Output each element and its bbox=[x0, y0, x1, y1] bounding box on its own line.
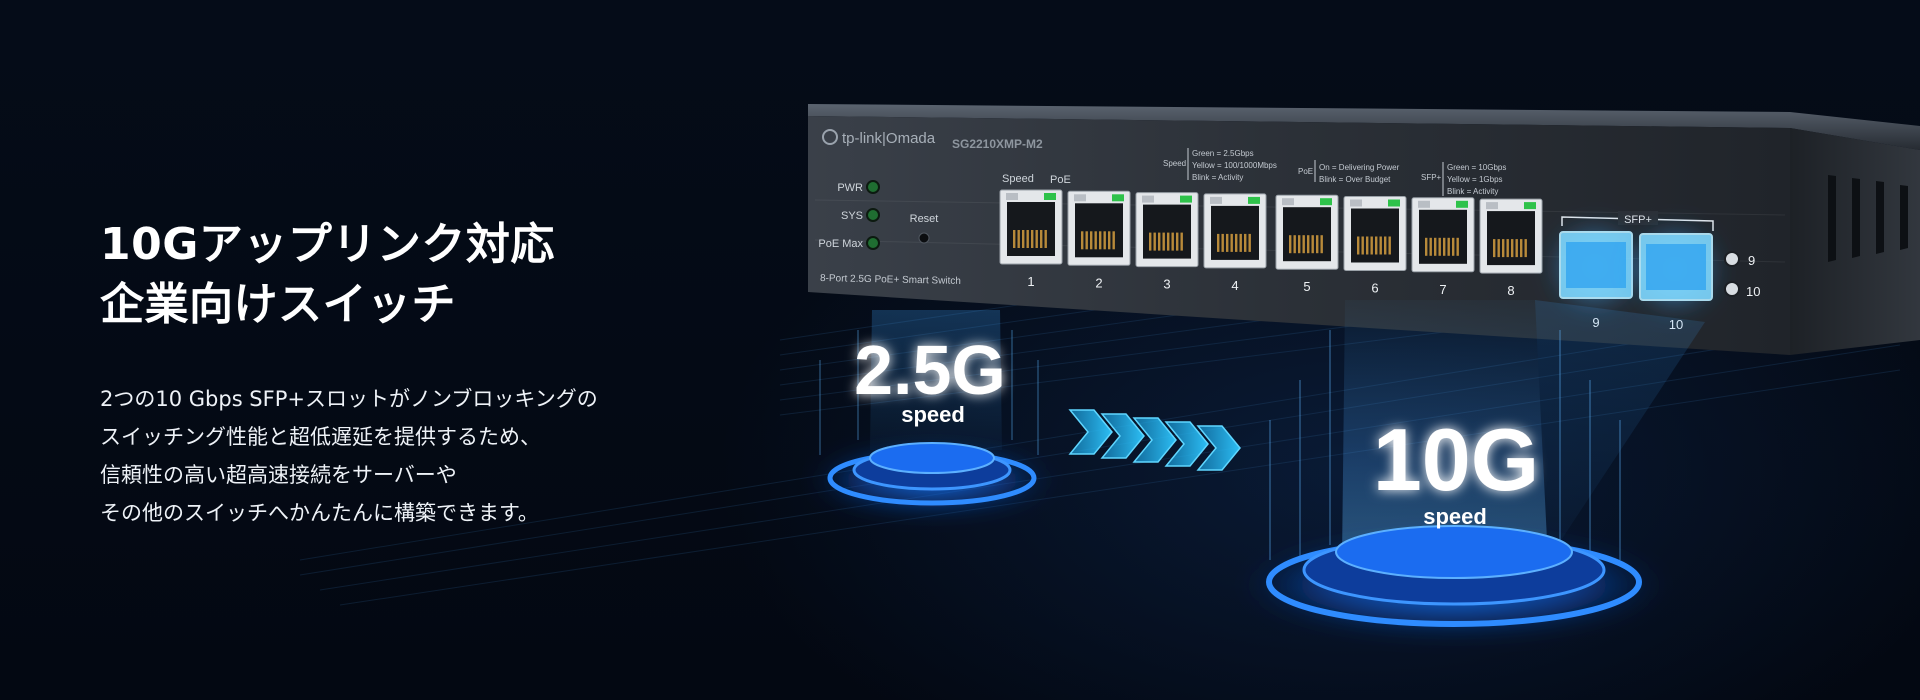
port-led-icon bbox=[1180, 195, 1192, 203]
sys-led bbox=[866, 208, 880, 222]
led-label-pwr: PWR bbox=[837, 182, 863, 194]
port-led-icon bbox=[1112, 194, 1124, 202]
port-number-1: 1 bbox=[1027, 274, 1034, 289]
rj45-port-8 bbox=[1479, 198, 1543, 274]
led-label-sys: SYS bbox=[841, 210, 863, 222]
svg-text:tp-link|Omada: tp-link|Omada bbox=[842, 130, 936, 147]
switch-illustration: tp-link|Omada SG2210XMP-M2 PWR SYS PoE M… bbox=[299, 104, 1920, 635]
rj45-port-4 bbox=[1203, 193, 1267, 269]
port-led-icon bbox=[1456, 200, 1468, 208]
port-number-5: 5 bbox=[1303, 279, 1310, 294]
sfp-led-label-9: 9 bbox=[1748, 253, 1755, 268]
led-label-poe: PoE Max bbox=[818, 238, 863, 250]
sfp-slot-10 bbox=[1630, 224, 1720, 314]
speed-unit-10g: speed bbox=[1423, 504, 1487, 529]
headline: 10Gアップリンク対応 企業向けスイッチ bbox=[100, 215, 555, 335]
pad-2-5g bbox=[812, 442, 1052, 512]
port-number-4: 4 bbox=[1231, 278, 1238, 293]
svg-text:SFP+: SFP+ bbox=[1421, 173, 1442, 182]
svg-text:Green = 2.5Gbps: Green = 2.5Gbps bbox=[1192, 149, 1254, 158]
headline-line-2: 企業向けスイッチ bbox=[100, 279, 456, 330]
pwr-led bbox=[866, 180, 880, 194]
port-led-icon bbox=[1320, 198, 1332, 206]
rj45-port-2 bbox=[1067, 190, 1131, 266]
flow-chevrons bbox=[1068, 409, 1241, 471]
description-line-2: スイッチング性能と超低遅延を提供するため、 bbox=[100, 425, 541, 449]
svg-text:Blink = Over Budget: Blink = Over Budget bbox=[1319, 175, 1391, 184]
svg-text:Yellow = 1Gbps: Yellow = 1Gbps bbox=[1447, 175, 1503, 184]
col-label-speed: Speed bbox=[1002, 173, 1034, 185]
description-line-1: 2つの10 Gbps SFP+スロットがノンブロッキングの bbox=[100, 387, 598, 411]
svg-text:Yellow = 100/1000Mbps: Yellow = 100/1000Mbps bbox=[1192, 161, 1277, 170]
speed-label-10g: 10G bbox=[1373, 410, 1539, 509]
port-number-2: 2 bbox=[1095, 275, 1102, 290]
port-led-icon bbox=[1388, 199, 1400, 207]
pad-10g bbox=[1244, 525, 1664, 635]
svg-text:Blink = Activity: Blink = Activity bbox=[1447, 187, 1498, 196]
svg-text:Blink = Activity: Blink = Activity bbox=[1192, 173, 1243, 182]
svg-text:Speed: Speed bbox=[1163, 159, 1186, 168]
rj45-port-6 bbox=[1343, 196, 1407, 271]
rj45-port-7 bbox=[1411, 197, 1475, 273]
port-led-icon bbox=[1044, 193, 1056, 200]
col-label-poe: PoE bbox=[1050, 174, 1071, 186]
port-number-7: 7 bbox=[1439, 282, 1446, 297]
rj45-port-3 bbox=[1135, 192, 1199, 268]
port-number-8: 8 bbox=[1507, 283, 1514, 298]
svg-text:PoE: PoE bbox=[1298, 167, 1313, 176]
port-led-icon bbox=[1524, 202, 1536, 210]
port-number-3: 3 bbox=[1163, 277, 1170, 292]
speed-unit-2-5g: speed bbox=[901, 402, 965, 427]
description-line-4: その他のスイッチへかんたんに構築できます。 bbox=[100, 501, 539, 525]
sfp-slot-9 bbox=[1550, 222, 1640, 312]
svg-text:Green = 10Gbps: Green = 10Gbps bbox=[1447, 163, 1506, 172]
speed-label-2-5g: 2.5G bbox=[854, 331, 1006, 409]
model-number: SG2210XMP-M2 bbox=[952, 137, 1043, 151]
poe-max-led bbox=[866, 236, 880, 250]
description: 2つの10 Gbps SFP+スロットがノンブロッキングの スイッチング性能と超… bbox=[100, 380, 598, 532]
rj45-port-5 bbox=[1275, 194, 1339, 270]
sfp-led-label-10: 10 bbox=[1746, 284, 1760, 299]
port-number-6: 6 bbox=[1371, 281, 1378, 296]
description-line-3: 信頼性の高い超高速接続をサーバーや bbox=[100, 463, 457, 487]
rj45-port-1 bbox=[999, 189, 1063, 265]
headline-line-1: 10Gアップリンク対応 bbox=[100, 219, 555, 270]
reset-button bbox=[918, 232, 930, 244]
hero-banner: tp-link|Omada SG2210XMP-M2 PWR SYS PoE M… bbox=[0, 0, 1920, 700]
reset-label: Reset bbox=[910, 213, 939, 225]
port-led-icon bbox=[1248, 196, 1260, 204]
svg-text:On = Delivering Power: On = Delivering Power bbox=[1319, 163, 1400, 172]
